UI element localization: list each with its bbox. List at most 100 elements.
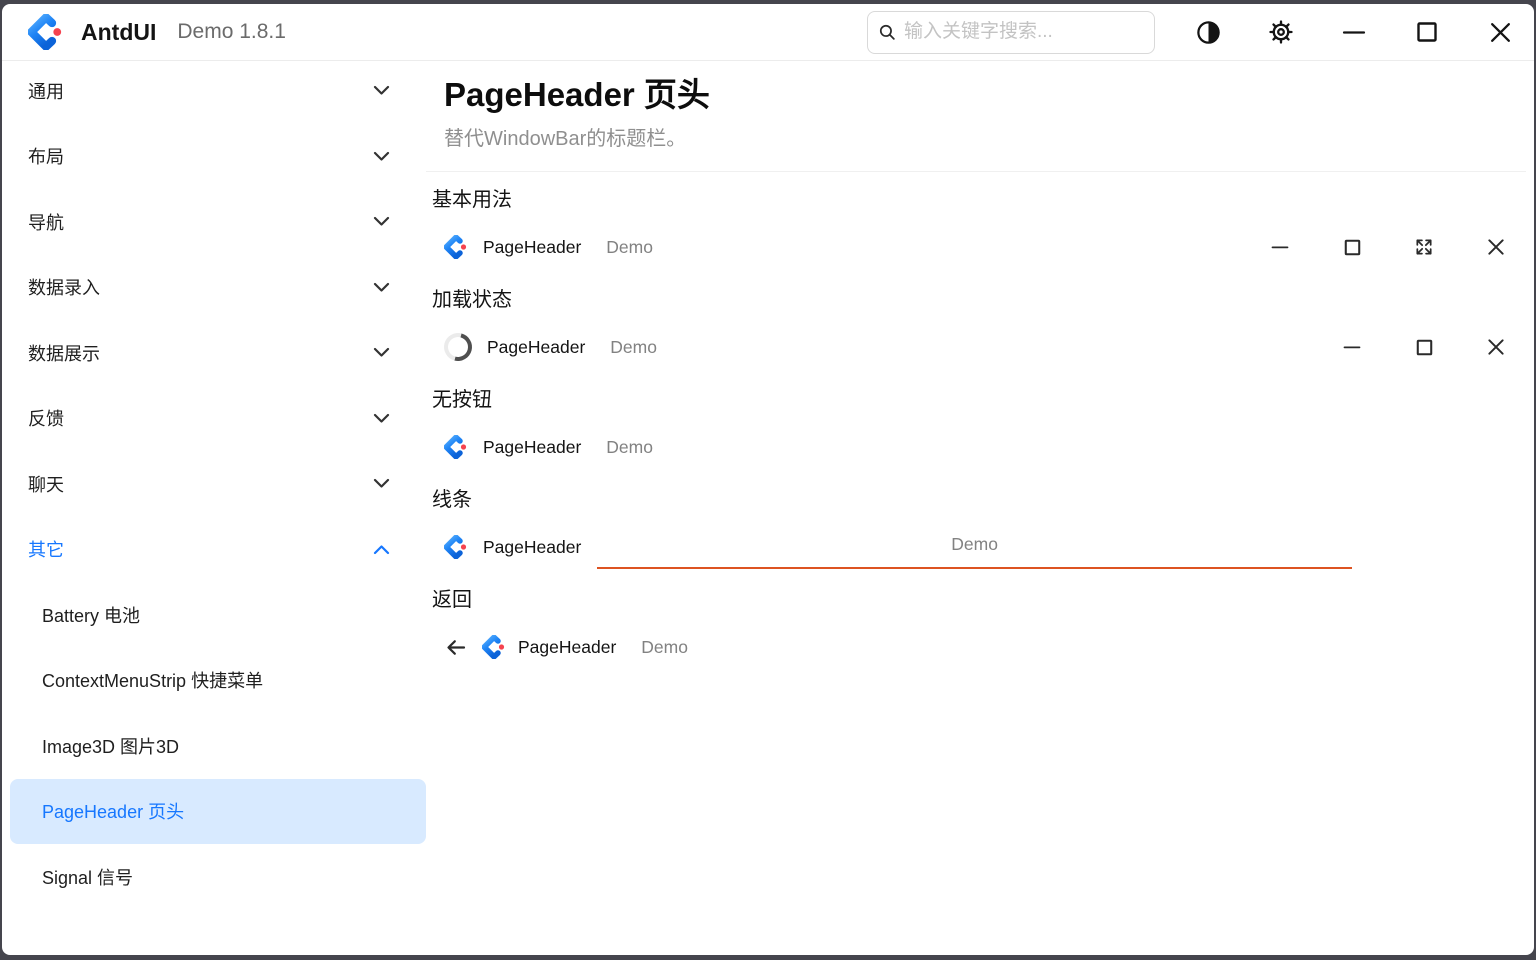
- theme-toggle-button[interactable]: [1185, 9, 1231, 55]
- demo-minimize-button[interactable]: [1330, 325, 1374, 369]
- chevron-down-icon: [373, 216, 390, 227]
- demo-subtitle: Demo: [606, 437, 653, 458]
- sidebar-group-label: 聊天: [28, 471, 373, 497]
- antdui-logo-icon: [444, 535, 468, 559]
- demo-subtitle: Demo: [951, 534, 998, 555]
- sidebar-item-label: PageHeader 页头: [42, 798, 184, 824]
- chevron-down-icon: [373, 347, 390, 358]
- minimize-icon: [1343, 338, 1361, 356]
- sidebar-group-label: 通用: [28, 78, 373, 104]
- demo-maximize-button[interactable]: [1330, 225, 1374, 269]
- demo-maximize-button[interactable]: [1402, 325, 1446, 369]
- sidebar-item-label: Image3D 图片3D: [42, 733, 179, 759]
- page-header: PageHeader 页头 替代WindowBar的标题栏。: [426, 62, 1526, 172]
- chevron-down-icon: [373, 85, 390, 96]
- settings-gear-icon: [1267, 18, 1295, 46]
- chevron-up-icon: [373, 544, 390, 555]
- sidebar-group-label: 导航: [28, 209, 373, 235]
- close-icon: [1488, 20, 1513, 45]
- demo-subtitle: Demo: [641, 637, 688, 658]
- demo-title: PageHeader: [483, 537, 581, 558]
- sidebar-item-label: ContextMenuStrip 快捷菜单: [42, 667, 263, 693]
- sidebar-group-label: 反馈: [28, 405, 373, 431]
- demo-title: PageHeader: [518, 637, 616, 658]
- antdui-logo-icon: [28, 14, 64, 50]
- sidebar-item-label: Battery 电池: [42, 602, 140, 628]
- page-title: PageHeader 页头: [444, 74, 1518, 116]
- theme-contrast-icon: [1195, 19, 1222, 46]
- sidebar-item-label: Signal 信号: [42, 864, 133, 890]
- sidebar-group-feedback[interactable]: 反馈: [2, 386, 426, 452]
- app-window: AntdUI Demo 1.8.1: [2, 4, 1534, 955]
- sidebar-item-pageheader[interactable]: PageHeader 页头: [10, 779, 426, 845]
- pageheader-demo-back: PageHeader Demo: [426, 622, 1534, 672]
- demo-fullscreen-button[interactable]: [1402, 225, 1446, 269]
- pageheader-demo-loading: PageHeader Demo: [426, 322, 1534, 372]
- pageheader-demo-basic: PageHeader Demo: [426, 222, 1534, 272]
- demo-subtitle: Demo: [606, 237, 653, 258]
- sidebar-item-image3d[interactable]: Image3D 图片3D: [10, 713, 426, 779]
- search-input[interactable]: [904, 21, 1144, 43]
- back-button[interactable]: [444, 635, 468, 659]
- minimize-icon: [1342, 20, 1366, 44]
- settings-button[interactable]: [1258, 9, 1304, 55]
- sidebar: 通用 布局 导航 数据录入 数据展示 反馈: [2, 62, 426, 955]
- demo-close-button[interactable]: [1474, 225, 1518, 269]
- demo-title: PageHeader: [483, 437, 581, 458]
- chevron-down-icon: [373, 413, 390, 424]
- section-heading-back: 返回: [426, 572, 1534, 622]
- sidebar-item-battery[interactable]: Battery 电池: [10, 582, 426, 648]
- chevron-down-icon: [373, 151, 390, 162]
- sidebar-group-other[interactable]: 其它: [2, 517, 426, 583]
- demo-title: PageHeader: [483, 237, 581, 258]
- sidebar-group-label: 数据展示: [28, 340, 373, 366]
- close-icon: [1486, 237, 1506, 257]
- window-maximize-button[interactable]: [1404, 9, 1450, 55]
- maximize-icon: [1415, 20, 1439, 44]
- titlebar-actions: [1169, 9, 1523, 55]
- loading-spinner-icon: [439, 328, 477, 366]
- sidebar-group-layout[interactable]: 布局: [2, 124, 426, 190]
- minimize-icon: [1271, 238, 1289, 256]
- main-content: PageHeader 页头 替代WindowBar的标题栏。 基本用法 Page…: [426, 62, 1534, 955]
- pageheader-demo-no-buttons: PageHeader Demo: [426, 422, 1534, 472]
- sidebar-group-label: 布局: [28, 143, 373, 169]
- antdui-logo-icon: [444, 235, 468, 259]
- antdui-logo-icon: [444, 435, 468, 459]
- page-subtitle: 替代WindowBar的标题栏。: [444, 126, 1518, 153]
- window-minimize-button[interactable]: [1331, 9, 1377, 55]
- search-box[interactable]: [867, 11, 1155, 54]
- accent-underline: Demo: [597, 522, 1352, 569]
- sidebar-group-chat[interactable]: 聊天: [2, 451, 426, 517]
- titlebar: AntdUI Demo 1.8.1: [2, 4, 1534, 61]
- sidebar-group-navigation[interactable]: 导航: [2, 189, 426, 255]
- demo-minimize-button[interactable]: [1258, 225, 1302, 269]
- close-icon: [1486, 337, 1506, 357]
- app-name: AntdUI: [81, 19, 156, 46]
- demo-close-button[interactable]: [1474, 325, 1518, 369]
- antdui-logo-icon: [482, 635, 506, 659]
- sidebar-group-label: 其它: [28, 536, 373, 562]
- app-version: Demo 1.8.1: [177, 20, 286, 44]
- chevron-down-icon: [373, 282, 390, 293]
- search-icon: [878, 23, 897, 42]
- sidebar-group-data-display[interactable]: 数据展示: [2, 320, 426, 386]
- maximize-icon: [1415, 338, 1434, 357]
- sidebar-group-data-entry[interactable]: 数据录入: [2, 255, 426, 321]
- section-heading-no-buttons: 无按钮: [426, 372, 1534, 422]
- window-close-button[interactable]: [1477, 9, 1523, 55]
- pageheader-demo-line: PageHeader Demo: [426, 522, 1534, 572]
- section-heading-line: 线条: [426, 472, 1534, 522]
- sidebar-item-contextmenustrip[interactable]: ContextMenuStrip 快捷菜单: [10, 648, 426, 714]
- demo-window-buttons: [1230, 225, 1518, 269]
- sidebar-group-general[interactable]: 通用: [2, 62, 426, 124]
- demo-title: PageHeader: [487, 337, 585, 358]
- demo-subtitle: Demo: [610, 337, 657, 358]
- chevron-down-icon: [373, 478, 390, 489]
- fullscreen-expand-icon: [1414, 237, 1434, 257]
- maximize-icon: [1343, 238, 1362, 257]
- arrow-left-icon: [444, 635, 468, 660]
- demo-window-buttons: [1302, 325, 1518, 369]
- sidebar-item-signal[interactable]: Signal 信号: [10, 844, 426, 910]
- section-heading-loading: 加载状态: [426, 272, 1534, 322]
